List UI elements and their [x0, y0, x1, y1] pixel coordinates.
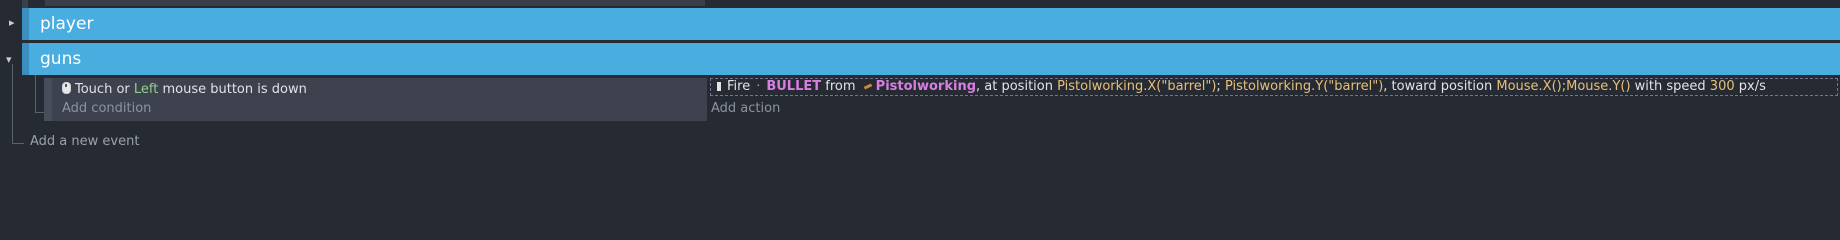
- action-text-toward: , toward position: [1383, 79, 1493, 94]
- action-row[interactable]: Fire · BULLET from Pistolworking, at posit…: [710, 78, 1838, 96]
- action-target-y[interactable]: Mouse.Y(): [1566, 79, 1630, 94]
- pistol-object-icon: [863, 83, 872, 90]
- action-verb: Fire: [727, 79, 751, 94]
- action-speed-unit: px/s: [1738, 79, 1766, 94]
- action-text-speed: with speed: [1630, 79, 1706, 94]
- action-text-at: , at position: [976, 79, 1053, 94]
- group-label-guns: guns: [40, 49, 82, 69]
- group-player[interactable]: player: [22, 8, 1840, 40]
- action-target-x[interactable]: Mouse.X(): [1496, 79, 1561, 94]
- add-action-button[interactable]: Add action: [711, 101, 780, 117]
- tree-line: [35, 75, 36, 113]
- add-new-event-button[interactable]: Add a new event: [30, 134, 139, 150]
- action-pos-y[interactable]: Pistolworking.Y("barrel"): [1225, 79, 1383, 94]
- condition-text-2: mouse button is down: [158, 82, 307, 97]
- group-guns[interactable]: guns: [22, 43, 1840, 75]
- previous-event-remnant: [45, 0, 705, 7]
- group-label-player: player: [40, 14, 94, 34]
- event-handle[interactable]: [44, 78, 52, 121]
- tree-line: [12, 64, 13, 144]
- collapse-arrow-icon[interactable]: ▾: [6, 53, 12, 66]
- previous-event-edge: [22, 0, 28, 8]
- condition-parameter-button[interactable]: Left: [134, 82, 158, 97]
- condition-text-1: Touch or: [75, 82, 134, 97]
- group-tab: [22, 43, 29, 75]
- action-object[interactable]: BULLET: [766, 79, 821, 94]
- tree-line: [12, 143, 24, 144]
- bullet-object-icon: [717, 82, 721, 91]
- mouse-icon: [62, 82, 71, 94]
- action-speed-value[interactable]: 300: [1710, 79, 1735, 94]
- action-source[interactable]: Pistolworking: [876, 79, 976, 94]
- action-text-from: from: [825, 79, 856, 94]
- condition-row[interactable]: Touch or Left mouse button is down: [62, 81, 307, 98]
- action-pos-x[interactable]: Pistolworking.X("barrel"): [1057, 79, 1216, 94]
- tree-line: [35, 112, 44, 113]
- action-sep: ;: [1216, 79, 1221, 94]
- group-tab: [22, 8, 29, 40]
- separator-dot: ·: [756, 79, 761, 94]
- expand-arrow-icon[interactable]: ▸: [9, 16, 15, 29]
- add-condition-button[interactable]: Add condition: [62, 101, 151, 117]
